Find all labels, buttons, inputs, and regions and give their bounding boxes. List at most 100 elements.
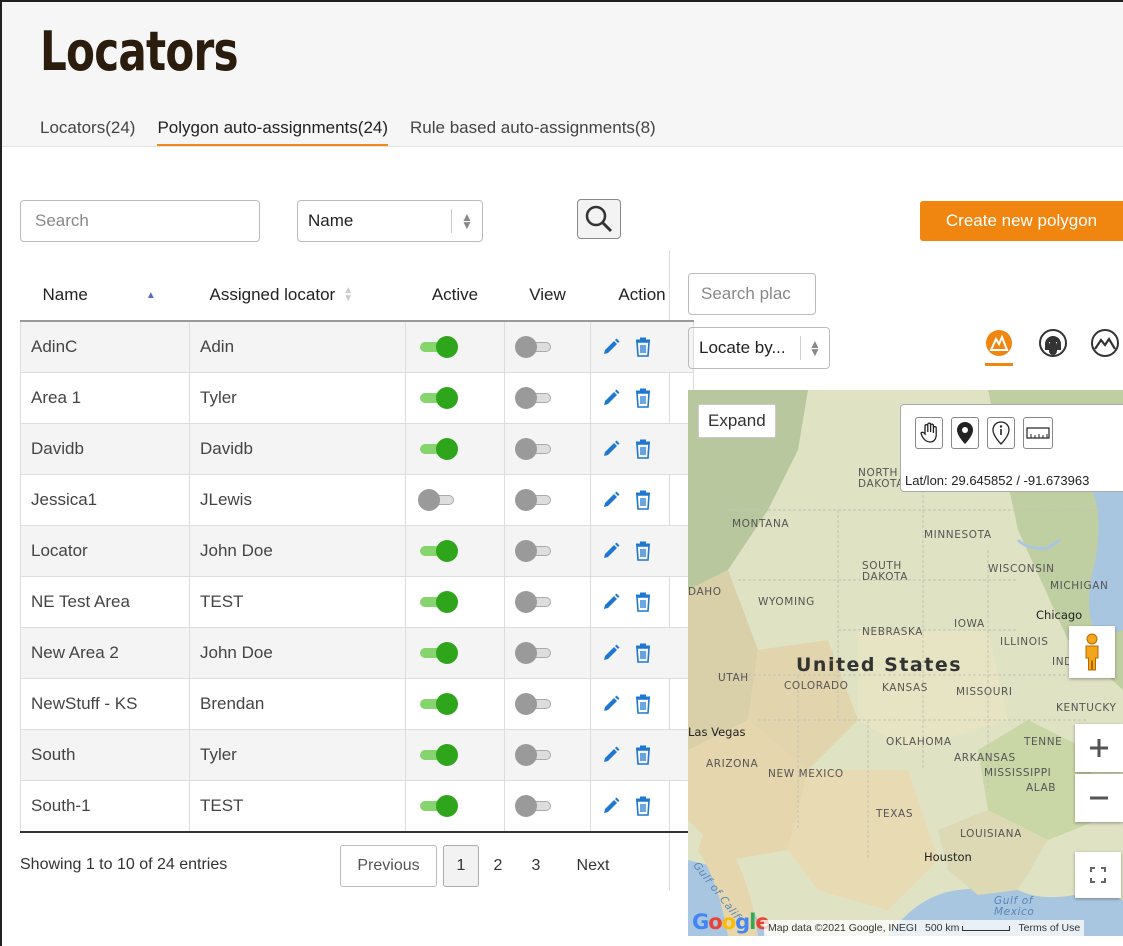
info-tool-button[interactable] [987, 417, 1015, 449]
map-scale[interactable]: 500 km [925, 922, 1011, 934]
page-1-button[interactable]: 1 [443, 845, 479, 887]
cell-action [590, 780, 694, 833]
search-input[interactable] [20, 200, 260, 242]
cell-view [504, 627, 591, 679]
edit-icon[interactable] [601, 490, 621, 510]
view-toggle[interactable] [515, 334, 557, 360]
cell-view [504, 423, 591, 475]
field-select[interactable]: Name ▲ ▼ [297, 200, 483, 242]
active-toggle[interactable] [418, 436, 460, 462]
col-header-name[interactable]: Name ▲ [20, 270, 190, 322]
view-toggle[interactable] [515, 793, 557, 819]
view-toggle[interactable] [515, 691, 557, 717]
page-2-button[interactable]: 2 [479, 845, 517, 887]
search-button[interactable] [577, 199, 621, 239]
next-page-button[interactable]: Next [563, 845, 623, 887]
edit-icon[interactable] [601, 745, 621, 765]
trash-icon[interactable] [635, 796, 651, 816]
view-toggle[interactable] [515, 385, 557, 411]
terrain-mode-icon[interactable] [1091, 329, 1119, 357]
terms-of-use-link[interactable]: Terms of Use [1018, 922, 1080, 934]
cell-name: Area 1 [20, 372, 190, 424]
cell-action [590, 678, 694, 730]
cell-assigned-locator: Tyler [189, 372, 406, 424]
edit-icon[interactable] [601, 643, 621, 663]
view-toggle[interactable] [515, 589, 557, 615]
expand-map-button[interactable]: Expand [698, 404, 776, 438]
active-toggle[interactable] [418, 742, 460, 768]
trash-icon[interactable] [635, 388, 651, 408]
col-header-action: Action [590, 270, 694, 322]
map-label-iowa: IOWA [954, 618, 985, 630]
tab-polygon-auto-assignments[interactable]: Polygon auto-assignments(24) [157, 118, 389, 147]
map-mode-icons [983, 327, 1123, 373]
map-label-wisconsin: WISCONSIN [988, 563, 1055, 575]
tab-rule-based-auto-assignments[interactable]: Rule based auto-assignments(8) [410, 118, 656, 147]
active-toggle[interactable] [418, 589, 460, 615]
zoom-in-button[interactable] [1075, 724, 1123, 772]
cell-action [590, 627, 694, 679]
zoom-out-button[interactable] [1075, 774, 1123, 822]
view-toggle[interactable] [515, 487, 557, 513]
trash-icon[interactable] [635, 643, 651, 663]
map-label-mississippi: MISSISSIPPI [984, 767, 1052, 779]
col-header-assigned-locator[interactable]: Assigned locator ▲ ▼ [189, 270, 406, 322]
previous-page-button[interactable]: Previous [340, 845, 437, 887]
edit-icon[interactable] [601, 541, 621, 561]
trash-icon[interactable] [635, 337, 651, 357]
trash-icon[interactable] [635, 490, 651, 510]
active-toggle[interactable] [418, 640, 460, 666]
active-toggle[interactable] [418, 538, 460, 564]
trash-icon[interactable] [635, 439, 651, 459]
active-toggle[interactable] [418, 334, 460, 360]
marker-tool-button[interactable] [951, 417, 979, 449]
plus-icon [1090, 739, 1108, 757]
trash-icon[interactable] [635, 745, 651, 765]
map-label-oklahoma: OKLAHOMA [886, 736, 952, 748]
view-toggle[interactable] [515, 538, 557, 564]
cell-assigned-locator: JLewis [189, 474, 406, 526]
cell-view [504, 474, 591, 526]
fullscreen-button[interactable] [1075, 852, 1121, 898]
active-toggle[interactable] [418, 691, 460, 717]
view-toggle[interactable] [515, 742, 557, 768]
locator-mode-icon[interactable] [1039, 329, 1067, 357]
page-3-button[interactable]: 3 [517, 845, 555, 887]
cell-view [504, 678, 591, 730]
view-toggle[interactable] [515, 436, 557, 462]
edit-icon[interactable] [601, 796, 621, 816]
trash-icon[interactable] [635, 694, 651, 714]
cell-active [405, 423, 505, 475]
edit-icon[interactable] [601, 694, 621, 714]
place-search-input[interactable] [688, 273, 816, 315]
cell-assigned-locator: John Doe [189, 627, 406, 679]
scale-label: 500 km [925, 922, 960, 934]
polygon-mode-icon[interactable] [985, 330, 1013, 366]
street-view-pegman[interactable] [1069, 626, 1115, 678]
active-toggle[interactable] [418, 793, 460, 819]
google-logo: Google [692, 910, 770, 934]
locate-by-select[interactable]: Locate by... ▲ ▼ [688, 327, 830, 369]
cell-name: Locator [20, 525, 190, 577]
edit-icon[interactable] [601, 439, 621, 459]
edit-icon[interactable] [601, 337, 621, 357]
active-toggle[interactable] [418, 385, 460, 411]
cell-view [504, 729, 591, 781]
create-new-polygon-button[interactable]: Create new polygon [920, 201, 1123, 241]
active-toggle[interactable] [418, 487, 460, 513]
pan-tool-button[interactable] [915, 417, 943, 449]
tab-locators[interactable]: Locators(24) [40, 118, 135, 147]
trash-icon[interactable] [635, 592, 651, 612]
measure-tool-button[interactable] [1023, 417, 1053, 449]
edit-icon[interactable] [601, 388, 621, 408]
table-row: Davidb Davidb [20, 423, 694, 475]
header-divider [2, 146, 1123, 147]
map-view[interactable]: MONTANA NORTH DAKOTA MINNESOTA SOUTH DAK… [688, 390, 1123, 936]
tab-bar: Locators(24) Polygon auto-assignments(24… [40, 118, 656, 147]
edit-icon[interactable] [601, 592, 621, 612]
page-header: Locators Locators(24) Polygon auto-assig… [2, 2, 1123, 147]
map-label-tennessee: TENNE [1024, 736, 1063, 748]
map-label-south-dakota: SOUTH DAKOTA [862, 560, 909, 583]
trash-icon[interactable] [635, 541, 651, 561]
view-toggle[interactable] [515, 640, 557, 666]
